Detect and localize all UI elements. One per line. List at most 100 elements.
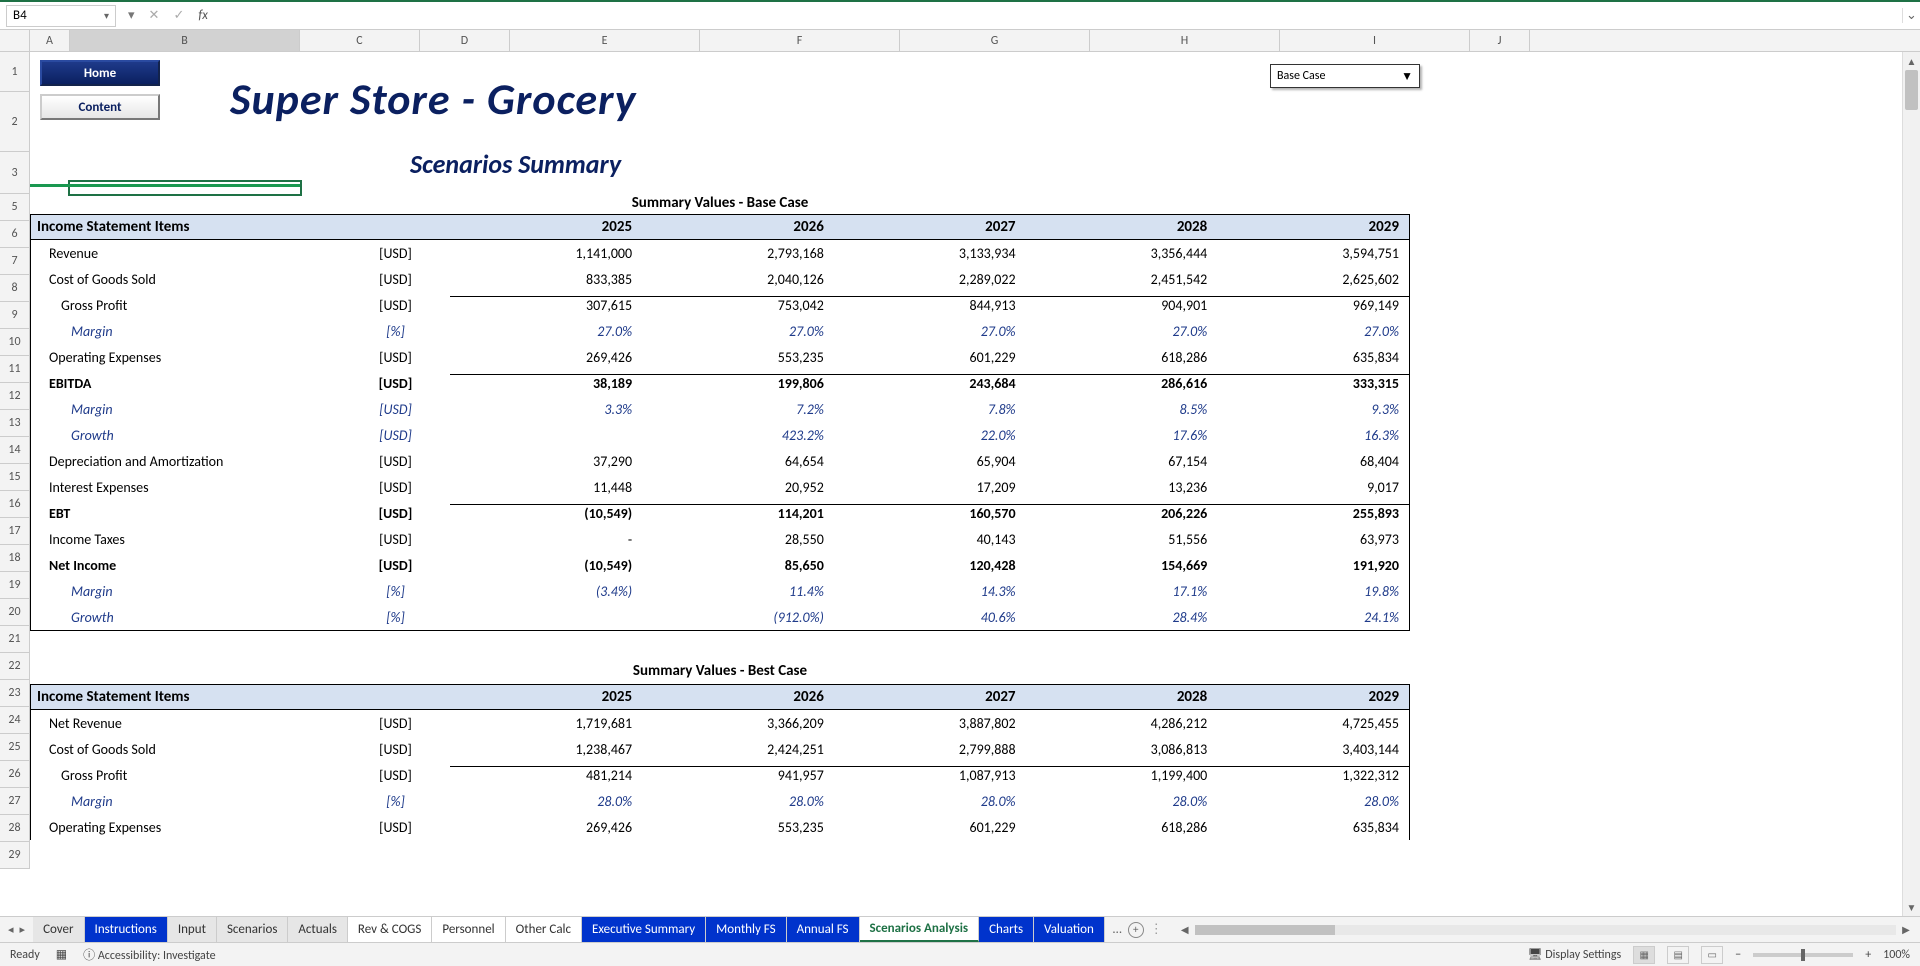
accessibility-status[interactable]: ⓘ Accessibility: Investigate xyxy=(83,946,215,963)
new-sheet-icon[interactable]: + xyxy=(1128,922,1144,938)
scenario-dropdown[interactable]: Base Case ▼ xyxy=(1270,64,1420,88)
column-header[interactable]: F xyxy=(700,30,900,51)
column-header[interactable]: D xyxy=(420,30,510,51)
row-header[interactable]: 17 xyxy=(0,518,30,545)
sheet-tab[interactable]: Other Calc xyxy=(506,917,582,942)
cancel-icon[interactable]: ✕ xyxy=(149,8,160,23)
commit-icon[interactable]: ✓ xyxy=(173,8,184,23)
row-header[interactable]: 22 xyxy=(0,653,30,680)
view-normal-icon[interactable]: ▦ xyxy=(1633,946,1655,964)
cell-value: 2,451,542 xyxy=(1026,271,1218,288)
scroll-up-icon[interactable]: ▲ xyxy=(1903,52,1920,70)
sheet-tab[interactable]: Scenarios Analysis xyxy=(860,917,980,942)
zoom-out-icon[interactable]: − xyxy=(1735,948,1741,962)
sheet-tab[interactable]: Monthly FS xyxy=(706,917,786,942)
view-page-break-icon[interactable]: ▭ xyxy=(1701,946,1723,964)
status-bar: Ready ▦ ⓘ Accessibility: Investigate 🖥 D… xyxy=(0,942,1920,966)
scrollbar-thumb[interactable] xyxy=(1905,70,1918,110)
cell-value: 27.0% xyxy=(1026,323,1218,340)
row-header[interactable]: 11 xyxy=(0,356,30,383)
sheet-tab[interactable]: Personnel xyxy=(432,917,505,942)
column-header[interactable]: I xyxy=(1280,30,1470,51)
tabs-overflow-icon[interactable]: … xyxy=(1113,922,1122,937)
tab-nav-first-icon[interactable]: ◂ xyxy=(8,923,14,936)
row-header[interactable]: 15 xyxy=(0,464,30,491)
sheet-tab[interactable]: Instructions xyxy=(85,917,168,942)
row-header[interactable]: 18 xyxy=(0,545,30,572)
formula-input[interactable] xyxy=(220,5,1902,27)
sheet-tab[interactable]: Rev & COGS xyxy=(348,917,432,942)
col-year: 2027 xyxy=(834,685,1026,709)
select-all-triangle[interactable] xyxy=(0,30,30,51)
row-header[interactable]: 27 xyxy=(0,788,30,815)
dropdown-icon[interactable]: ▾ xyxy=(128,8,135,23)
column-header[interactable]: A xyxy=(30,30,70,51)
cell-value: 618,286 xyxy=(1026,349,1218,366)
sheet-tab[interactable]: Charts xyxy=(979,917,1034,942)
row-unit: [%] xyxy=(341,323,451,340)
scroll-right-icon[interactable]: ▶ xyxy=(1898,923,1914,936)
sheet-tab[interactable]: Executive Summary xyxy=(582,917,706,942)
fx-icon[interactable]: fx xyxy=(198,8,208,23)
row-header[interactable]: 13 xyxy=(0,410,30,437)
content-button[interactable]: Content xyxy=(40,94,160,120)
row-unit: [%] xyxy=(341,793,451,810)
sheet-tab[interactable]: Annual FS xyxy=(787,917,860,942)
row-header[interactable]: 10 xyxy=(0,329,30,356)
sheet-tab[interactable]: Valuation xyxy=(1034,917,1105,942)
row-header[interactable]: 14 xyxy=(0,437,30,464)
zoom-level[interactable]: 100% xyxy=(1883,948,1910,962)
name-box[interactable]: B4 ▾ xyxy=(6,5,116,27)
column-header[interactable]: B xyxy=(70,30,300,51)
row-header[interactable]: 19 xyxy=(0,572,30,599)
formula-expand-icon[interactable]: ⌄ xyxy=(1902,8,1920,23)
row-header[interactable]: 1 xyxy=(0,52,30,92)
row-header[interactable]: 25 xyxy=(0,734,30,761)
cell-value: 1,087,913 xyxy=(834,766,1026,784)
tab-nav-prev-icon[interactable]: ▸ xyxy=(20,923,26,936)
sheet-tab[interactable]: Actuals xyxy=(288,917,348,942)
column-header[interactable]: J xyxy=(1470,30,1530,51)
row-header[interactable]: 21 xyxy=(0,626,30,653)
zoom-in-icon[interactable]: + xyxy=(1865,948,1871,962)
column-header[interactable]: E xyxy=(510,30,700,51)
zoom-slider[interactable] xyxy=(1753,953,1853,957)
row-header[interactable]: 6 xyxy=(0,221,30,248)
row-header[interactable]: 3 xyxy=(0,152,30,194)
column-header[interactable]: H xyxy=(1090,30,1280,51)
row-header[interactable]: 9 xyxy=(0,302,30,329)
row-header[interactable]: 12 xyxy=(0,383,30,410)
cell-value: 67,154 xyxy=(1026,453,1218,470)
cell-value: 17.6% xyxy=(1026,427,1218,444)
horizontal-scrollbar[interactable]: ◀ ▶ xyxy=(1171,917,1920,942)
tab-split-icon[interactable]: ⋮ xyxy=(1150,922,1163,937)
vertical-scrollbar[interactable]: ▲ ▼ xyxy=(1902,52,1920,916)
sheet-tab[interactable]: Scenarios xyxy=(217,917,288,942)
column-header[interactable]: C xyxy=(300,30,420,51)
row-header[interactable]: 7 xyxy=(0,248,30,275)
row-header[interactable]: 16 xyxy=(0,491,30,518)
row-header[interactable]: 20 xyxy=(0,599,30,626)
column-header[interactable]: G xyxy=(900,30,1090,51)
row-header[interactable]: 28 xyxy=(0,815,30,842)
scroll-left-icon[interactable]: ◀ xyxy=(1177,923,1193,936)
cell-value: 4,725,455 xyxy=(1217,715,1409,732)
row-header[interactable]: 5 xyxy=(0,194,30,221)
row-header[interactable]: 23 xyxy=(0,680,30,707)
row-header[interactable]: 2 xyxy=(0,92,30,152)
scroll-down-icon[interactable]: ▼ xyxy=(1903,898,1920,916)
hscroll-thumb[interactable] xyxy=(1195,925,1335,935)
macro-record-icon[interactable]: ▦ xyxy=(56,947,67,962)
row-header[interactable]: 8 xyxy=(0,275,30,302)
display-settings[interactable]: 🖥 Display Settings xyxy=(1527,947,1621,962)
sheet-tab[interactable]: Input xyxy=(168,917,217,942)
home-button[interactable]: Home xyxy=(40,60,160,86)
chevron-down-icon[interactable]: ▾ xyxy=(104,9,109,22)
row-header[interactable]: 26 xyxy=(0,761,30,788)
view-page-layout-icon[interactable]: ▤ xyxy=(1667,946,1689,964)
cell-value: 64,654 xyxy=(642,453,834,470)
status-ready: Ready xyxy=(10,948,40,962)
sheet-tab[interactable]: Cover xyxy=(33,917,84,942)
row-header[interactable]: 29 xyxy=(0,842,30,869)
row-header[interactable]: 24 xyxy=(0,707,30,734)
